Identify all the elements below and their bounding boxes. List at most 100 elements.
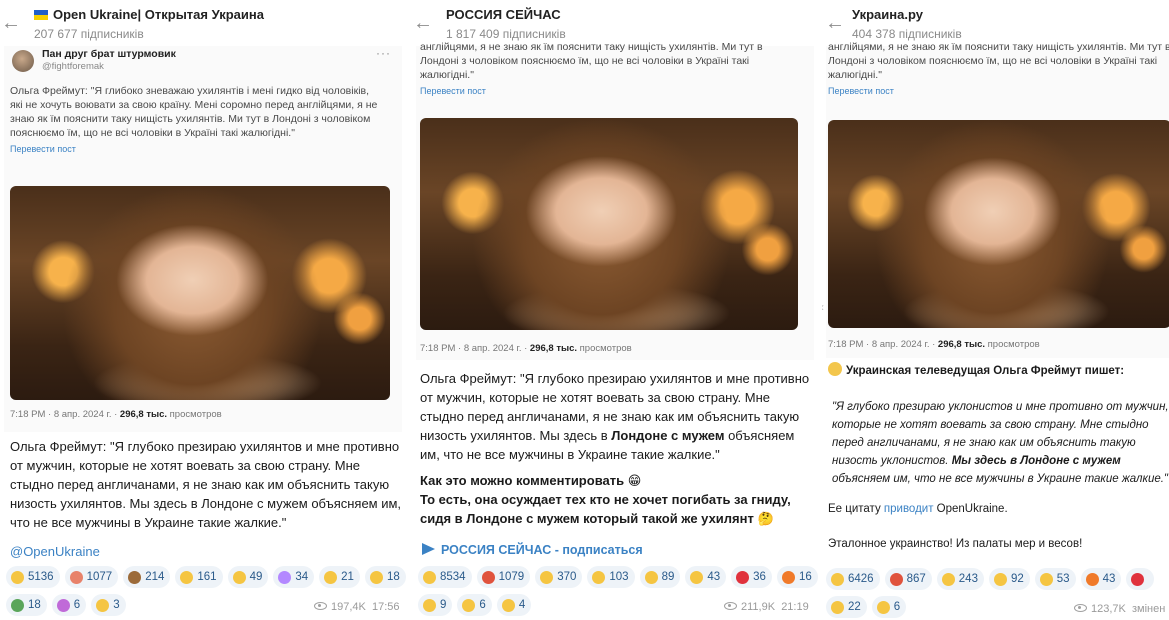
grin-emoji-icon bbox=[180, 570, 194, 584]
quote-bold: Мы здесь в Лондоне с мужем bbox=[951, 455, 1121, 467]
reaction-chip[interactable]: 36 bbox=[731, 566, 772, 588]
back-arrow-icon[interactable]: ← bbox=[0, 12, 22, 34]
subscriber-count: 207 677 підписників bbox=[34, 27, 144, 41]
reaction-chip[interactable]: 92 bbox=[988, 568, 1030, 590]
reaction-chip[interactable]: 53 bbox=[1034, 568, 1076, 590]
tweet-timestamp: 7:18 PM · 8 апр. 2024 г. · bbox=[10, 409, 120, 420]
embedded-tweet-screenshot: англійцями, я не знаю як їм пояснити так… bbox=[416, 41, 814, 360]
citation-link[interactable]: приводит bbox=[884, 503, 934, 515]
views-eye-icon bbox=[724, 602, 737, 610]
heart-emoji-icon bbox=[736, 570, 750, 584]
channel-panel-open-ukraine: ← Open Ukraine| Открытая Украина 207 677… bbox=[0, 0, 410, 620]
channel-title[interactable]: РОССИЯ СЕЙЧАС bbox=[446, 7, 561, 22]
views-eye-icon bbox=[314, 602, 327, 610]
reaction-chip[interactable]: 3 bbox=[91, 594, 126, 616]
thumbs-up-emoji-icon bbox=[540, 570, 554, 584]
tweet-timestamp: 7:18 PM · 8 апр. 2024 г. · bbox=[828, 339, 938, 350]
reaction-chip[interactable]: 21 bbox=[319, 566, 360, 588]
reaction-chip[interactable]: 18 bbox=[6, 594, 47, 616]
reaction-count: 6426 bbox=[848, 573, 874, 585]
reaction-chip[interactable]: 5136 bbox=[6, 566, 60, 588]
reaction-count: 1077 bbox=[86, 571, 113, 583]
reaction-count: 16 bbox=[798, 571, 812, 583]
reaction-chip[interactable]: 49 bbox=[227, 566, 269, 588]
reaction-chip[interactable]: 6 bbox=[457, 594, 492, 616]
reaction-chip[interactable]: 214 bbox=[123, 566, 171, 588]
reaction-count: 1079 bbox=[498, 571, 525, 583]
reaction-chip[interactable]: 9 bbox=[418, 594, 453, 616]
reaction-chip[interactable]: 89 bbox=[639, 566, 681, 588]
back-arrow-icon[interactable]: ← bbox=[824, 12, 846, 34]
tweet-timestamp: 7:18 PM · 8 апр. 2024 г. · bbox=[420, 343, 530, 354]
reaction-chip[interactable] bbox=[1126, 568, 1155, 590]
reaction-count: 8534 bbox=[440, 571, 466, 583]
reaction-chip[interactable]: 18 bbox=[364, 566, 406, 588]
reaction-chip[interactable]: 1079 bbox=[476, 566, 531, 588]
reaction-chip[interactable]: 370 bbox=[535, 566, 583, 588]
post-footer: 211,9K 21:19 bbox=[724, 601, 809, 613]
post-comment: Как это можно комментировать 😁 То есть, … bbox=[420, 471, 816, 528]
scream-emoji-icon bbox=[1039, 572, 1053, 586]
reaction-count: 6 bbox=[479, 599, 486, 611]
embedded-tweet-screenshot: англійцями, я не знаю як їм пояснити так… bbox=[826, 41, 1169, 358]
post-text-bold: Лондоне с мужем bbox=[611, 428, 725, 443]
thumbs-down-emoji-icon bbox=[993, 572, 1007, 586]
post-quote: "Я глубоко презираю уклонистов и мне про… bbox=[832, 398, 1169, 488]
reaction-count: 4 bbox=[518, 599, 526, 611]
citation-prefix: Ее цитату bbox=[828, 503, 884, 515]
middle-finger-emoji-icon bbox=[324, 570, 338, 584]
tweet-views-label: просмотров bbox=[577, 343, 632, 354]
clown-emoji-icon bbox=[69, 570, 83, 584]
reaction-chip[interactable]: 43 bbox=[685, 566, 727, 588]
reaction-chip[interactable]: 16 bbox=[776, 566, 818, 588]
fire-emoji-icon bbox=[1085, 572, 1099, 586]
reaction-chip[interactable]: 6 bbox=[871, 596, 907, 618]
person-emoji-icon bbox=[828, 362, 842, 376]
fire-emoji-icon bbox=[781, 570, 795, 584]
back-arrow-icon[interactable]: ← bbox=[412, 12, 434, 34]
reaction-chip[interactable]: 6426 bbox=[826, 568, 880, 590]
reaction-count: 89 bbox=[661, 571, 675, 583]
tweet-photo bbox=[420, 118, 798, 330]
embedded-tweet-screenshot: Пан друг брат штурмовик @fightforemak ··… bbox=[4, 46, 402, 432]
reaction-chip[interactable]: 4 bbox=[496, 594, 532, 616]
reaction-chip[interactable]: 43 bbox=[1080, 568, 1122, 590]
reaction-chip[interactable]: 1077 bbox=[64, 566, 119, 588]
tweet-author-name: Пан друг брат штурмовик bbox=[42, 48, 176, 60]
reaction-chip[interactable]: 103 bbox=[587, 566, 635, 588]
reaction-count: 18 bbox=[386, 571, 400, 583]
tweet-views-label: просмотров bbox=[985, 339, 1040, 350]
reaction-count: 9 bbox=[440, 599, 447, 611]
writing-hand-emoji-icon bbox=[369, 570, 383, 584]
rofl-emoji-icon bbox=[11, 570, 24, 584]
reaction-chip[interactable]: 6 bbox=[51, 594, 87, 616]
scream-emoji-icon bbox=[690, 570, 704, 584]
subscriber-count: 1 817 409 підписників bbox=[446, 27, 566, 41]
ukraine-flag-icon bbox=[34, 10, 48, 20]
thumbs-down-emoji-icon bbox=[592, 570, 606, 584]
reaction-count: 103 bbox=[609, 571, 629, 583]
translate-post-link: Перевести пост bbox=[828, 86, 894, 96]
tweet-views-label: просмотров bbox=[167, 409, 222, 420]
channel-title[interactable]: Украина.ру bbox=[852, 7, 923, 22]
reaction-chip[interactable]: 243 bbox=[936, 568, 984, 590]
reaction-count: 867 bbox=[906, 573, 926, 585]
post-headline-text: Украинская телеведущая Ольга Фреймут пиш… bbox=[846, 365, 1125, 377]
reaction-chip[interactable]: 22 bbox=[826, 596, 867, 618]
reaction-chip[interactable]: 8534 bbox=[418, 566, 472, 588]
channel-panel-russia-now: ← РОССИЯ СЕЙЧАС 1 817 409 підписників ан… bbox=[410, 0, 822, 620]
post-citation: Ее цитату приводит OpenUkraine. bbox=[828, 500, 1008, 518]
channel-mention-link[interactable]: @OpenUkraine bbox=[10, 542, 100, 561]
angry-emoji-icon bbox=[889, 572, 903, 586]
reaction-chip[interactable]: 34 bbox=[273, 566, 315, 588]
reaction-chip[interactable]: 867 bbox=[884, 568, 932, 590]
channel-title[interactable]: Open Ukraine| Открытая Украина bbox=[34, 7, 264, 22]
reaction-chip[interactable]: 161 bbox=[175, 566, 223, 588]
reaction-count: 49 bbox=[249, 571, 263, 583]
tweet-photo bbox=[10, 186, 390, 400]
telegram-plane-icon bbox=[422, 543, 435, 555]
reaction-count: 370 bbox=[557, 571, 577, 583]
pray-emoji-icon bbox=[462, 598, 476, 612]
subscribe-link[interactable]: РОССИЯ СЕЙЧАС - подписаться bbox=[422, 543, 643, 557]
post-text: Ольга Фреймут: "Я глубоко презираю ухиля… bbox=[420, 369, 816, 464]
